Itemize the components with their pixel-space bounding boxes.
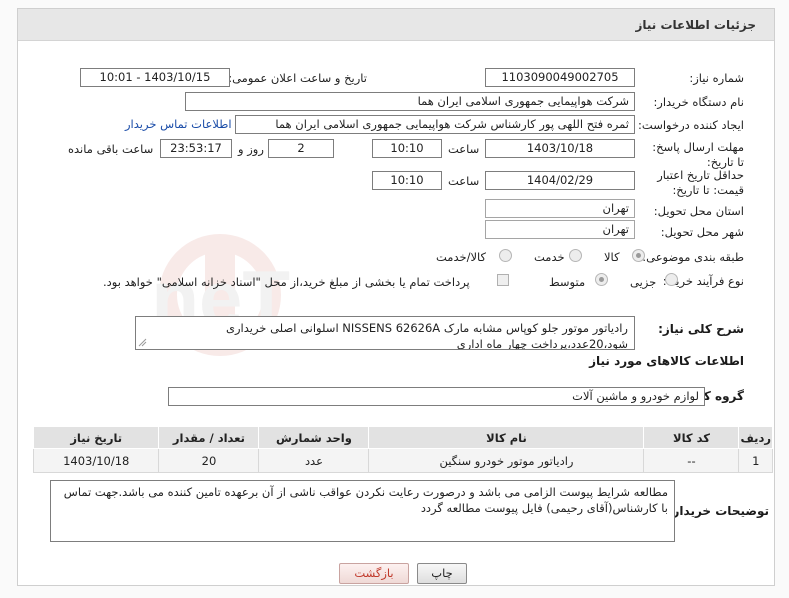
category-label: طبقه بندی موضوعی:	[642, 250, 744, 264]
cell-item-name: رادیاتور موتور خودرو سنگین	[368, 448, 645, 473]
purchase-option-medium: متوسط	[549, 275, 586, 289]
city-label: شهر محل تحویل:	[660, 225, 744, 239]
remaining-time-field: 23:53:17	[160, 139, 232, 158]
purchase-radio-medium[interactable]	[595, 273, 608, 286]
price-validity-time-field: 10:10	[372, 171, 442, 190]
cell-item-code: --	[643, 448, 740, 473]
announce-label: تاریخ و ساعت اعلان عمومی:	[228, 71, 367, 85]
cell-need-date: 1403/10/18	[32, 448, 160, 473]
purchase-option-minor: جزیی	[630, 275, 657, 289]
col-item-code: کد کالا	[643, 426, 740, 449]
col-need-date: تاریخ نیاز	[32, 426, 160, 449]
back-button[interactable]: بازگشت	[339, 563, 409, 584]
price-validity-label: حداقل تاریخ اعتبار قیمت: تا تاریخ:	[657, 168, 744, 197]
deadline-time-label: ساعت	[448, 142, 480, 156]
cell-quantity: 20	[158, 448, 260, 473]
city-field: تهران	[485, 220, 635, 239]
province-field: تهران	[485, 199, 635, 218]
category-option-goods: کالا	[604, 250, 620, 264]
price-validity-time-label: ساعت	[448, 174, 480, 188]
col-quantity: تعداد / مقدار	[158, 426, 260, 449]
announce-field: 1403/10/15 - 10:01	[80, 68, 230, 87]
province-label: استان محل تحویل:	[653, 204, 744, 218]
creator-label: ایجاد کننده درخواست:	[638, 118, 744, 132]
resize-grip-icon[interactable]	[138, 338, 147, 347]
buyer-org-field: شرکت هواپیمایی جمهوری اسلامی ایران هما	[185, 92, 635, 111]
category-radio-goods[interactable]	[632, 249, 645, 262]
cell-unit: عدد	[258, 448, 370, 473]
panel-title: جزئیات اطلاعات نیاز	[18, 9, 774, 41]
table-row: 1 -- رادیاتور موتور خودرو سنگین عدد 20 1…	[32, 448, 773, 473]
summary-label: شرح کلی نیاز:	[658, 322, 744, 336]
buyer-contact-link[interactable]: اطلاعات تماس خریدار	[125, 117, 232, 131]
col-unit: واحد شمارش	[258, 426, 370, 449]
buyer-notes-textarea[interactable]: مطالعه شرایط پیوست الزامی می باشد و درصو…	[50, 480, 675, 542]
remaining-label: ساعت باقی مانده	[68, 142, 154, 156]
need-number-label: شماره نیاز:	[689, 71, 744, 85]
col-row-number: ردیف	[738, 426, 773, 449]
need-number-field: 1103090049002705	[485, 68, 635, 87]
deadline-date-field: 1403/10/18	[485, 139, 635, 158]
buyer-notes-label: توضیحات خریدار:	[667, 504, 769, 518]
cell-row-number: 1	[738, 448, 773, 473]
category-option-goods-service: کالا/خدمت	[436, 250, 487, 264]
payment-note: پرداخت تمام یا بخشی از مبلغ خرید،از محل …	[103, 275, 470, 289]
category-option-service: خدمت	[534, 250, 565, 264]
buyer-notes-text: مطالعه شرایط پیوست الزامی می باشد و درصو…	[63, 485, 668, 515]
deadline-time-field: 10:10	[372, 139, 442, 158]
deadline-label: مهلت ارسال پاسخ: تا تاریخ:	[652, 140, 744, 169]
treasury-payment-checkbox[interactable]	[497, 274, 509, 286]
goods-table-header: ردیف کد کالا نام کالا واحد شمارش تعداد /…	[32, 426, 773, 449]
days-field: 2	[268, 139, 334, 158]
print-button[interactable]: چاپ	[417, 563, 467, 584]
goods-table: ردیف کد کالا نام کالا واحد شمارش تعداد /…	[32, 426, 773, 473]
days-label: روز و	[238, 142, 264, 156]
price-validity-date-field: 1404/02/29	[485, 171, 635, 190]
summary-textarea[interactable]: رادیاتور موتور جلو کوپاس مشابه مارک NISS…	[135, 316, 635, 350]
category-radio-service[interactable]	[569, 249, 582, 262]
category-radio-goods-service[interactable]	[499, 249, 512, 262]
goods-group-field: لوازم خودرو و ماشین آلات	[168, 387, 705, 406]
creator-field: ثمره فتح اللهی پور کارشناس شرکت هواپیمای…	[235, 115, 635, 134]
purchase-radio-minor[interactable]	[665, 273, 678, 286]
buyer-org-label: نام دستگاه خریدار:	[653, 95, 744, 109]
col-item-name: نام کالا	[368, 426, 645, 449]
summary-text: رادیاتور موتور جلو کوپاس مشابه مارک NISS…	[225, 321, 628, 350]
goods-info-title: اطلاعات کالاهای مورد نیاز	[589, 354, 744, 368]
